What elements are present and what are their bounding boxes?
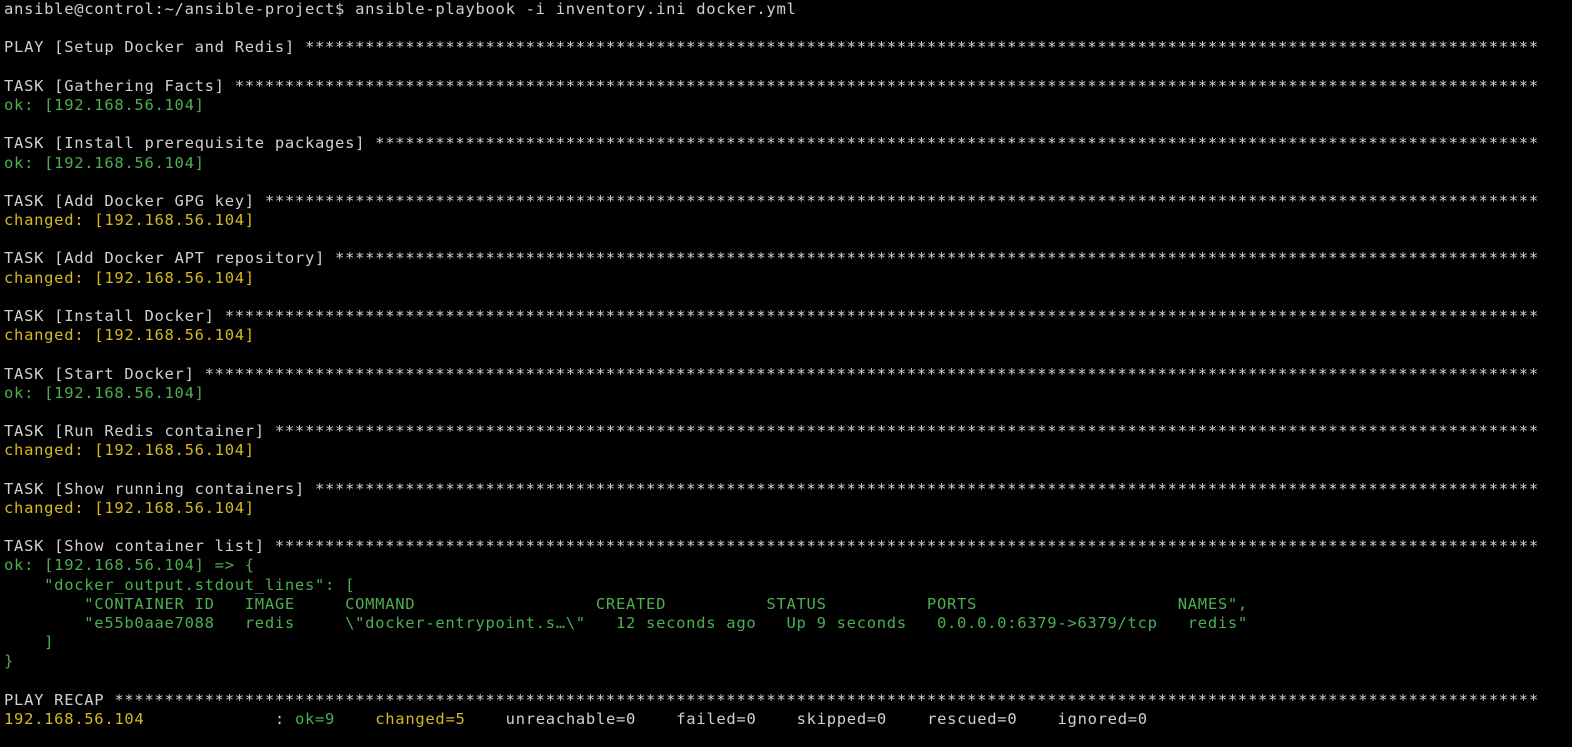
recap-ignored: ignored=0 xyxy=(1057,709,1148,728)
terminal-line: TASK [Install Docker] ******************… xyxy=(4,307,1539,325)
terminal-line: TASK [Start Docker] ********************… xyxy=(4,364,1539,383)
recap-rescued: rescued=0 xyxy=(927,709,1018,728)
terminal-line: ok: [192.168.56.104] xyxy=(4,153,205,172)
terminal-line: changed: [192.168.56.104] xyxy=(4,441,255,460)
terminal-line: changed: [192.168.56.104] xyxy=(4,211,255,230)
terminal-line: changed: [192.168.56.104] xyxy=(4,268,255,287)
terminal-line: TASK [Gathering Facts] *****************… xyxy=(4,76,1539,95)
terminal-line: changed: [192.168.56.104] xyxy=(4,326,255,345)
terminal-line: ok: [192.168.56.104] => { xyxy=(4,556,255,575)
terminal-line: ok: [192.168.56.104] xyxy=(4,383,205,402)
play-recap-row: 192.168.56.104 : ok=9 changed=5 unreacha… xyxy=(4,710,1572,729)
recap-unreachable: unreachable=0 xyxy=(505,709,637,728)
terminal-line: TASK [Add Docker GPG key] **************… xyxy=(4,191,1539,210)
terminal-line: "CONTAINER ID IMAGE COMMAND CREATED STAT… xyxy=(4,594,1248,613)
terminal-line: PLAY RECAP *****************************… xyxy=(4,690,1539,709)
recap-skipped: skipped=0 xyxy=(796,709,887,728)
recap-host: 192.168.56.104 xyxy=(4,709,145,728)
terminal-line: ansible@control:~/ansible-project$ ansib… xyxy=(4,0,797,18)
terminal-line: } xyxy=(4,652,15,671)
terminal-output: ansible@control:~/ansible-project$ ansib… xyxy=(4,0,1572,710)
terminal-line: TASK [Add Docker APT repository] *******… xyxy=(4,249,1539,268)
terminal-window[interactable]: ansible@control:~/ansible-project$ ansib… xyxy=(0,0,1572,747)
terminal-line: PLAY [Setup Docker and Redis] **********… xyxy=(4,38,1539,57)
terminal-line: TASK [Install prerequisite packages] ***… xyxy=(4,134,1539,153)
recap-failed: failed=0 xyxy=(676,709,757,728)
terminal-line: TASK [Run Redis container] *************… xyxy=(4,422,1539,441)
terminal-line: ok: [192.168.56.104] xyxy=(4,95,205,114)
terminal-line: changed: [192.168.56.104] xyxy=(4,498,255,517)
terminal-line: "e55b0aae7088 redis \"docker-entrypoint.… xyxy=(4,614,1248,632)
recap-ok: ok=9 xyxy=(294,709,336,728)
terminal-line: "docker_output.stdout_lines": [ xyxy=(4,575,356,594)
recap-separator: : xyxy=(144,709,295,728)
recap-changed: changed=5 xyxy=(375,709,466,728)
terminal-line: ] xyxy=(4,633,55,652)
terminal-line: TASK [Show running containers] *********… xyxy=(4,479,1539,498)
terminal-line: TASK [Show container list] *************… xyxy=(4,537,1539,556)
